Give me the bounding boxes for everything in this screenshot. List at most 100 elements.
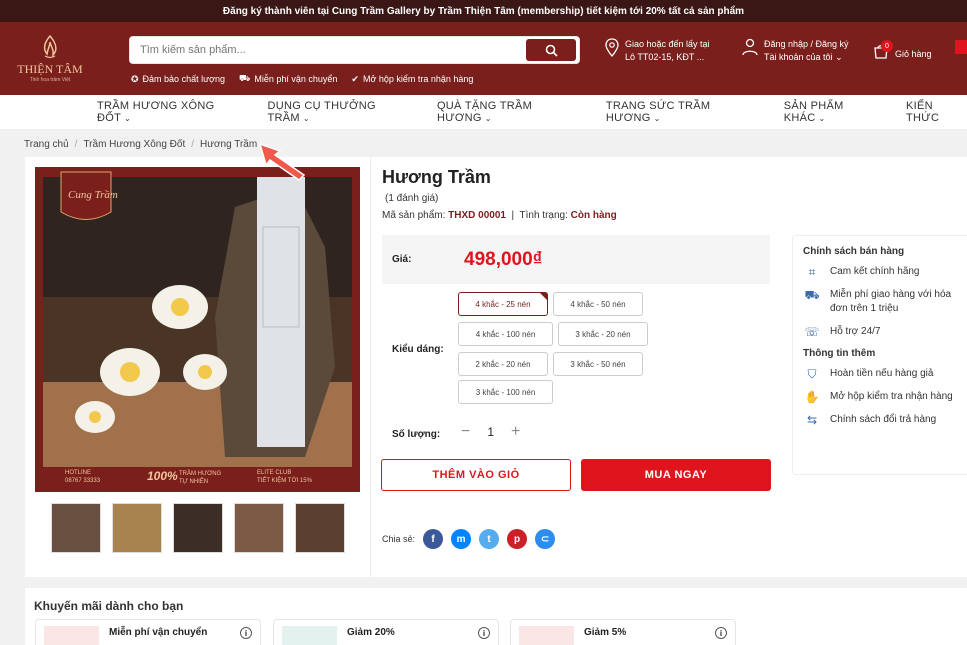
sku-value: THXD 00001 [448, 210, 506, 221]
policy-label: Mở hộp kiểm tra nhận hàng [830, 391, 953, 402]
variant-option[interactable]: 3 khắc - 20 nén [558, 322, 648, 346]
thumbnail[interactable] [173, 503, 223, 553]
buy-now-button[interactable]: MUA NGAY [581, 459, 771, 491]
promo-card[interactable]: Miễn phí vận chuyển i [35, 619, 261, 645]
nav-label: TRẦM HƯƠNG XÔNG ĐỐT [97, 100, 215, 124]
cart-button[interactable]: 0 Giỏ hàng [873, 40, 932, 64]
variant-option[interactable]: 4 khắc - 100 nén [458, 322, 553, 346]
promo-card[interactable]: Giảm 5% i [510, 619, 736, 645]
chevron-down-icon: ⌄ [835, 52, 843, 62]
account-menu[interactable]: Đăng nhập / Đăng ký Tài khoản của tôi ⌄ [742, 38, 849, 64]
badge-shipping: ⛟ Miễn phí vận chuyển [239, 73, 337, 85]
policy-label: Miễn phí giao hàng với hóa đơn trên 1 tr… [830, 289, 952, 314]
nav-item-gifts[interactable]: QUÀ TẶNG TRẦM HƯƠNG ⌄ [437, 100, 585, 124]
product-rating[interactable]: (1 đánh giá) [385, 193, 438, 204]
minus-icon[interactable]: − [461, 423, 470, 441]
info-icon[interactable]: i [478, 627, 490, 639]
promo-card[interactable]: Giảm 20% i [273, 619, 499, 645]
nav-item-tools[interactable]: DỤNG CỤ THƯỞNG TRẦM ⌄ [267, 100, 415, 124]
policy-label: Cam kết chính hãng [830, 266, 920, 277]
search-area: ✪Đảm bảo chất lượng ⛟Miễn phí vận chuyển… [129, 36, 580, 85]
nav-item-knowledge[interactable]: KIẾN THỨC [906, 100, 967, 124]
image-hotline: HOTLINE 08767 33333 [65, 470, 101, 484]
price-box: Giá: 498,000₫ [382, 235, 770, 284]
logo-name: THIỆN TÂM [17, 62, 83, 76]
membership-banner: Đăng ký thành viên tại Cung Trầm Gallery… [0, 0, 967, 22]
promotions-section: Khuyến mãi dành cho bạn Miễn phí vận chu… [25, 588, 967, 645]
info-title: Thông tin thêm [803, 348, 876, 359]
variant-option[interactable]: 4 khắc - 25 nén [458, 292, 548, 316]
logo[interactable]: THIỆN TÂM Tinh hoa trầm Việt [0, 22, 100, 95]
messenger-icon[interactable]: m [451, 529, 472, 549]
cart-label: Giỏ hàng [895, 48, 932, 59]
chevron-down-icon: ⌄ [124, 114, 132, 123]
thumbnail[interactable] [51, 503, 101, 553]
breadcrumb-separator: / [191, 138, 195, 150]
policy-item: ✋ Mở hộp kiểm tra nhận hàng [803, 390, 961, 404]
twitter-icon[interactable]: t [479, 529, 500, 549]
policy-label: Hỗ trợ 24/7 [830, 326, 881, 337]
account-line1: Đăng nhập / Đăng ký [764, 39, 849, 49]
trust-badges: ✪ Đảm bảo chất lượng ⛟ Miễn phí vận chuyển… [129, 73, 580, 85]
search-button[interactable] [526, 39, 576, 61]
banner-text-after: tất cả sản phẩm [668, 5, 745, 17]
product-sku-line: Mã sản phẩm: THXD 00001 | Tình trạng: Cò… [382, 210, 617, 221]
thumbnail[interactable] [234, 503, 284, 553]
flag-icon[interactable] [955, 40, 967, 54]
share-row: Chia sẻ: f m t p ⊂ [382, 529, 556, 549]
pinterest-icon[interactable]: p [507, 529, 528, 549]
truck-icon: ⛟ [239, 73, 251, 83]
phone-icon: ☏ [804, 325, 820, 339]
banner-highlight: 20% [645, 5, 666, 17]
thumbnail[interactable] [295, 503, 345, 553]
delivery-line2: Lô TT02-15, KĐT ... [625, 52, 705, 62]
breadcrumb-home[interactable]: Trang chủ [24, 139, 69, 150]
selected-corner-icon [540, 293, 547, 300]
banner-text: Đăng ký thành viên tại Cung Trầm Gallery… [222, 5, 643, 17]
plus-icon[interactable]: + [511, 423, 520, 441]
account-line2: Tài khoản của tôi [764, 52, 833, 62]
promo-title: Khuyến mãi dành cho bạn [34, 599, 184, 613]
product-title: Hương Trầm [382, 167, 491, 187]
nav-label: SẢN PHẨM KHÁC [783, 100, 844, 124]
delivery-line1: Giao hoặc đến lấy tại [625, 39, 710, 49]
variant-option[interactable]: 2 khắc - 20 nén [458, 352, 548, 376]
search-input[interactable] [130, 37, 526, 63]
promo-image [519, 626, 574, 645]
delivery-location[interactable]: Giao hoặc đến lấy tại Lô TT02-15, KĐT ... [605, 38, 710, 64]
nav-label: KIẾN THỨC [906, 100, 940, 124]
thumbnail[interactable] [112, 503, 162, 553]
nav-item-jewelry[interactable]: TRANG SỨC TRẦM HƯƠNG ⌄ [606, 100, 763, 124]
add-to-cart-button[interactable]: THÊM VÀO GIỎ [381, 459, 571, 491]
link-icon[interactable]: ⊂ [535, 529, 556, 549]
promo-image [282, 626, 337, 645]
promo-image [44, 626, 99, 645]
policy-item: ⌗ Cam kết chính hãng [803, 265, 961, 279]
nav-item-incense[interactable]: TRẦM HƯƠNG XÔNG ĐỐT ⌄ [97, 100, 246, 124]
badge-inspect: ✔ Mở hộp kiểm tra nhận hàng [351, 73, 473, 85]
tag-icon: ⌗ [808, 265, 816, 279]
info-icon[interactable]: i [715, 627, 727, 639]
medal-icon: ✪ [131, 73, 139, 84]
badge-quality: ✪ Đảm bảo chất lượng [131, 73, 225, 85]
quantity-value[interactable]: 1 [487, 425, 494, 439]
variant-label: Kiểu dáng: [392, 344, 444, 355]
nav-item-other[interactable]: SẢN PHẨM KHÁC ⌄ [784, 100, 885, 124]
info-icon[interactable]: i [240, 627, 252, 639]
site-header: THIỆN TÂM Tinh hoa trầm Việt ✪Đảm bảo ch… [0, 22, 967, 95]
variant-option[interactable]: 3 khắc - 50 nén [553, 352, 643, 376]
policy-label: Hoàn tiền nếu hàng giả [830, 368, 934, 379]
flame-logo-icon [43, 34, 57, 59]
policy-item: ⇆ Chính sách đổi trả hàng [803, 413, 961, 427]
breadcrumb-category[interactable]: Trầm Hương Xông Đốt [83, 139, 185, 150]
product-main-image[interactable]: Cung Trầm HOTLINE 08767 33333 100% TRẦM H… [35, 167, 360, 492]
sku-label: Mã sản phẩm: [382, 210, 446, 221]
product-photo [35, 167, 360, 492]
nav-label: DỤNG CỤ THƯỞNG TRẦM [267, 100, 376, 124]
chevron-down-icon: ⌄ [484, 114, 492, 123]
facebook-icon[interactable]: f [423, 529, 444, 549]
shield-icon: ⛉ [807, 367, 817, 381]
variant-option[interactable]: 4 khắc - 50 nén [553, 292, 643, 316]
badge-label: Đảm bảo chất lượng [142, 74, 226, 84]
variant-option[interactable]: 3 khắc - 100 nén [458, 380, 553, 404]
